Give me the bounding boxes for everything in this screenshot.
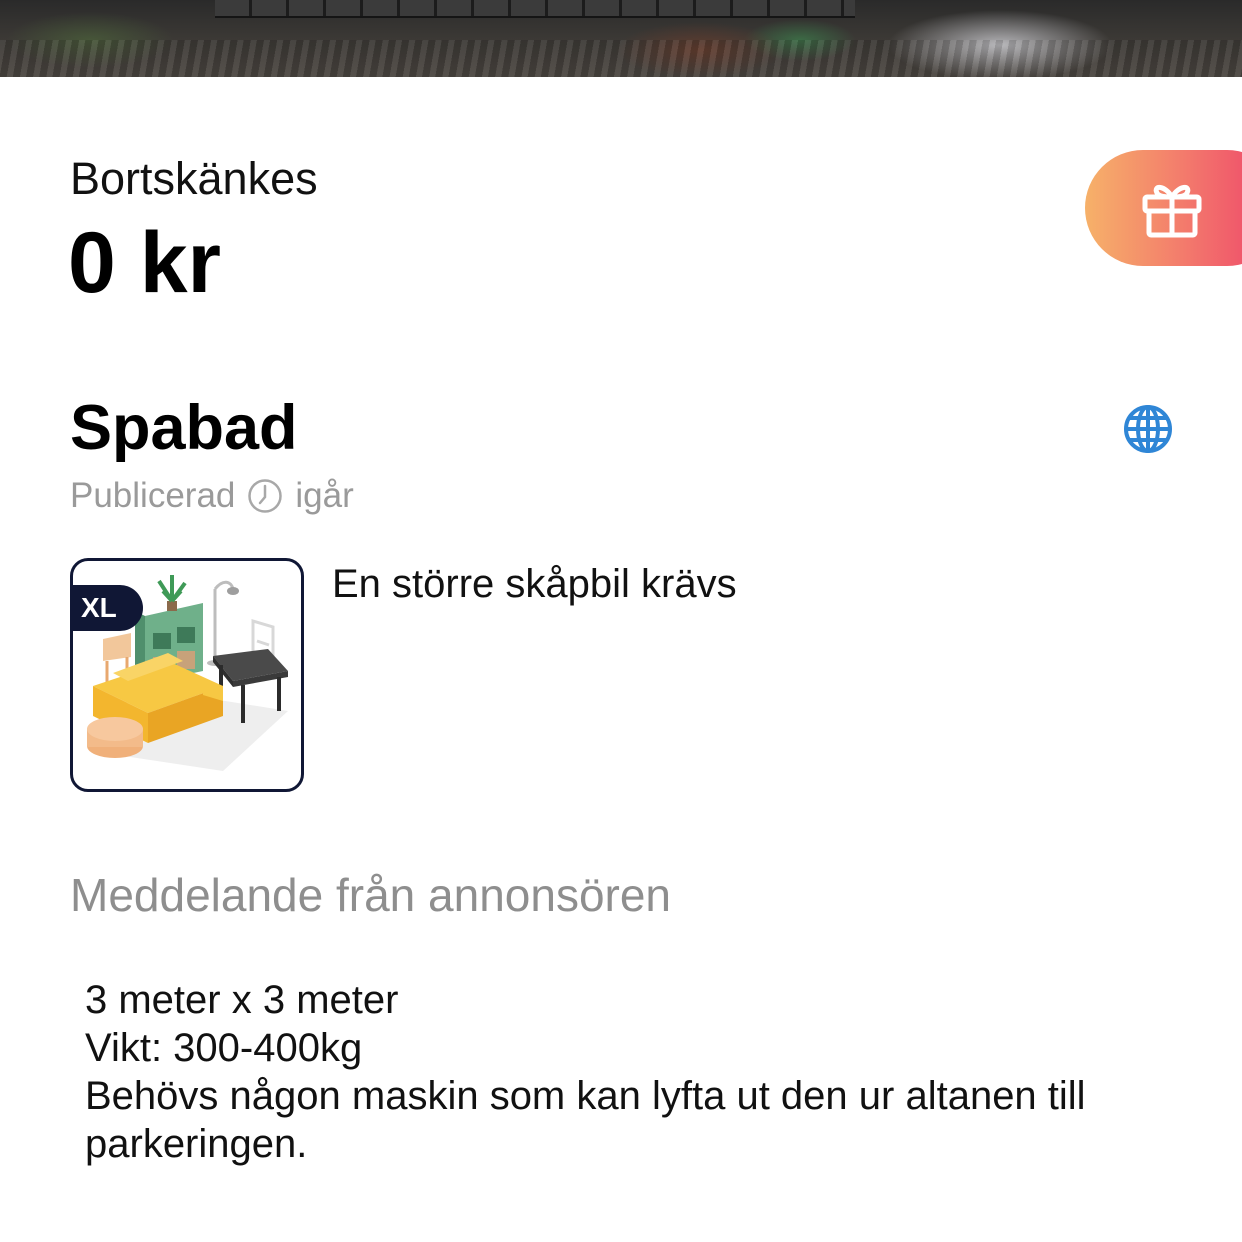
description-line: Vikt: 300-400kg	[85, 1026, 363, 1070]
listing-photo[interactable]	[0, 0, 1242, 77]
globe-icon[interactable]	[1122, 403, 1174, 455]
message-heading: Meddelande från annonsören	[70, 869, 672, 921]
listing-title: Spabad	[70, 393, 298, 463]
vehicle-requirement: En större skåpbil krävs	[332, 562, 737, 606]
size-badge: XL	[73, 585, 143, 631]
gift-icon	[1142, 185, 1202, 238]
photo-ground-detail	[0, 40, 1242, 77]
description-line: Behövs någon maskin som kan lyfta ut den…	[85, 1074, 1086, 1166]
clock-icon	[248, 479, 283, 513]
published-label: Publicerad	[70, 476, 236, 515]
give-away-button[interactable]	[1085, 150, 1242, 266]
photo-panel-detail	[215, 0, 855, 18]
description-line: 3 meter x 3 meter	[85, 978, 399, 1022]
price-label: Bortskänkes	[70, 153, 318, 204]
seller-message: 3 meter x 3 meter Vikt: 300-400kg Behövs…	[85, 976, 1145, 1168]
published-time: igår	[295, 476, 354, 515]
price: 0 kr	[68, 215, 222, 311]
size-category-card[interactable]: XL	[70, 558, 304, 792]
published-info: Publicerad igår	[70, 474, 354, 518]
